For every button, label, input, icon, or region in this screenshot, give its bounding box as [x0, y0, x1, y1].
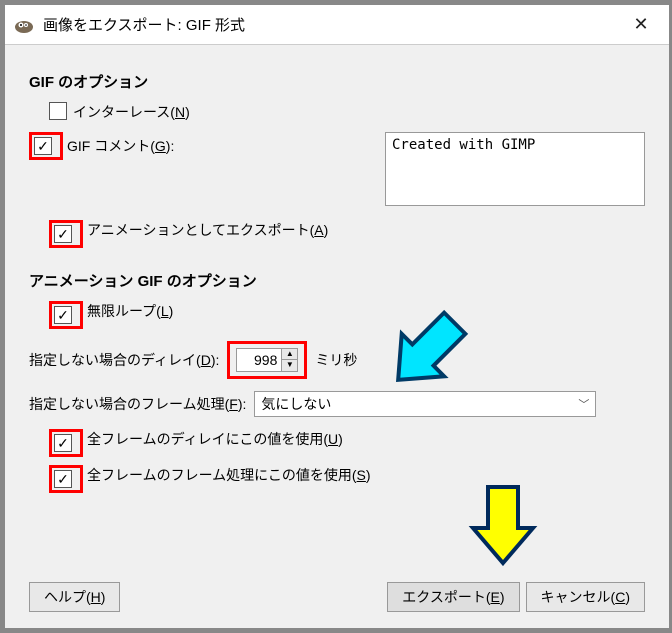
spinner-down[interactable]: ▼ — [282, 360, 297, 371]
highlight-box: ▲ ▼ — [227, 341, 307, 379]
loop-label: 無限ループ(L) — [87, 301, 173, 321]
highlight-box — [49, 465, 83, 493]
use-proc-row: 全フレームのフレーム処理にこの値を使用(S) — [49, 465, 645, 493]
highlight-box — [29, 132, 63, 160]
use-proc-checkbox[interactable] — [54, 470, 72, 488]
dialog-window: 画像をエクスポート: GIF 形式 ✕ GIF のオプション インターレース(N… — [4, 4, 670, 629]
frame-proc-value: 気にしない — [261, 394, 331, 414]
window-title: 画像をエクスポート: GIF 形式 — [43, 14, 621, 35]
frame-proc-row: 指定しない場合のフレーム処理(F): 気にしない ﹀ — [29, 391, 645, 417]
delay-label: 指定しない場合のディレイ(D): — [29, 350, 219, 370]
titlebar: 画像をエクスポート: GIF 形式 ✕ — [5, 5, 669, 45]
spinner-buttons: ▲ ▼ — [281, 349, 297, 371]
chevron-down-icon: ﹀ — [578, 396, 589, 412]
animation-checkbox[interactable] — [54, 225, 72, 243]
loop-row: 無限ループ(L) — [49, 301, 645, 329]
comment-row: GIF コメント(G): — [29, 132, 645, 206]
spinner-up[interactable]: ▲ — [282, 349, 297, 360]
delay-row: 指定しない場合のディレイ(D): ▲ ▼ ミリ秒 — [29, 341, 645, 379]
help-button[interactable]: ヘルプ(H) — [29, 582, 120, 612]
comment-label: GIF コメント(G): — [67, 136, 174, 156]
interlace-label: インターレース(N) — [73, 102, 190, 122]
button-row: ヘルプ(H) エクスポート(E) キャンセル(C) — [29, 582, 645, 612]
close-icon: ✕ — [633, 14, 648, 35]
comment-textarea[interactable] — [385, 132, 645, 206]
loop-checkbox[interactable] — [54, 306, 72, 324]
interlace-checkbox[interactable] — [49, 102, 67, 120]
use-proc-label: 全フレームのフレーム処理にこの値を使用(S) — [87, 465, 371, 485]
right-buttons: エクスポート(E) キャンセル(C) — [387, 582, 645, 612]
use-delay-checkbox[interactable] — [54, 434, 72, 452]
comment-left: GIF コメント(G): — [29, 132, 174, 160]
frame-proc-select[interactable]: 気にしない ﹀ — [254, 391, 596, 417]
highlight-box — [49, 301, 83, 329]
use-delay-label: 全フレームのディレイにこの値を使用(U) — [87, 429, 343, 449]
use-delay-row: 全フレームのディレイにこの値を使用(U) — [49, 429, 645, 457]
interlace-row: インターレース(N) — [49, 102, 645, 122]
content-area: GIF のオプション インターレース(N) GIF コメント(G): アニメーシ… — [5, 45, 669, 511]
frame-proc-label: 指定しない場合のフレーム処理(F): — [29, 394, 246, 414]
delay-input[interactable] — [237, 349, 281, 371]
gimp-icon — [13, 14, 35, 36]
cancel-button[interactable]: キャンセル(C) — [526, 582, 645, 612]
highlight-box — [49, 220, 83, 248]
delay-unit: ミリ秒 — [315, 350, 357, 370]
anim-gif-options-title: アニメーション GIF のオプション — [29, 270, 645, 291]
comment-checkbox[interactable] — [34, 137, 52, 155]
animation-label: アニメーションとしてエクスポート(A) — [87, 220, 328, 240]
animation-row: アニメーションとしてエクスポート(A) — [49, 220, 645, 248]
gif-options-title: GIF のオプション — [29, 71, 645, 92]
close-button[interactable]: ✕ — [621, 5, 661, 45]
delay-spinner: ▲ ▼ — [236, 348, 298, 372]
highlight-box — [49, 429, 83, 457]
export-button[interactable]: エクスポート(E) — [387, 582, 519, 612]
